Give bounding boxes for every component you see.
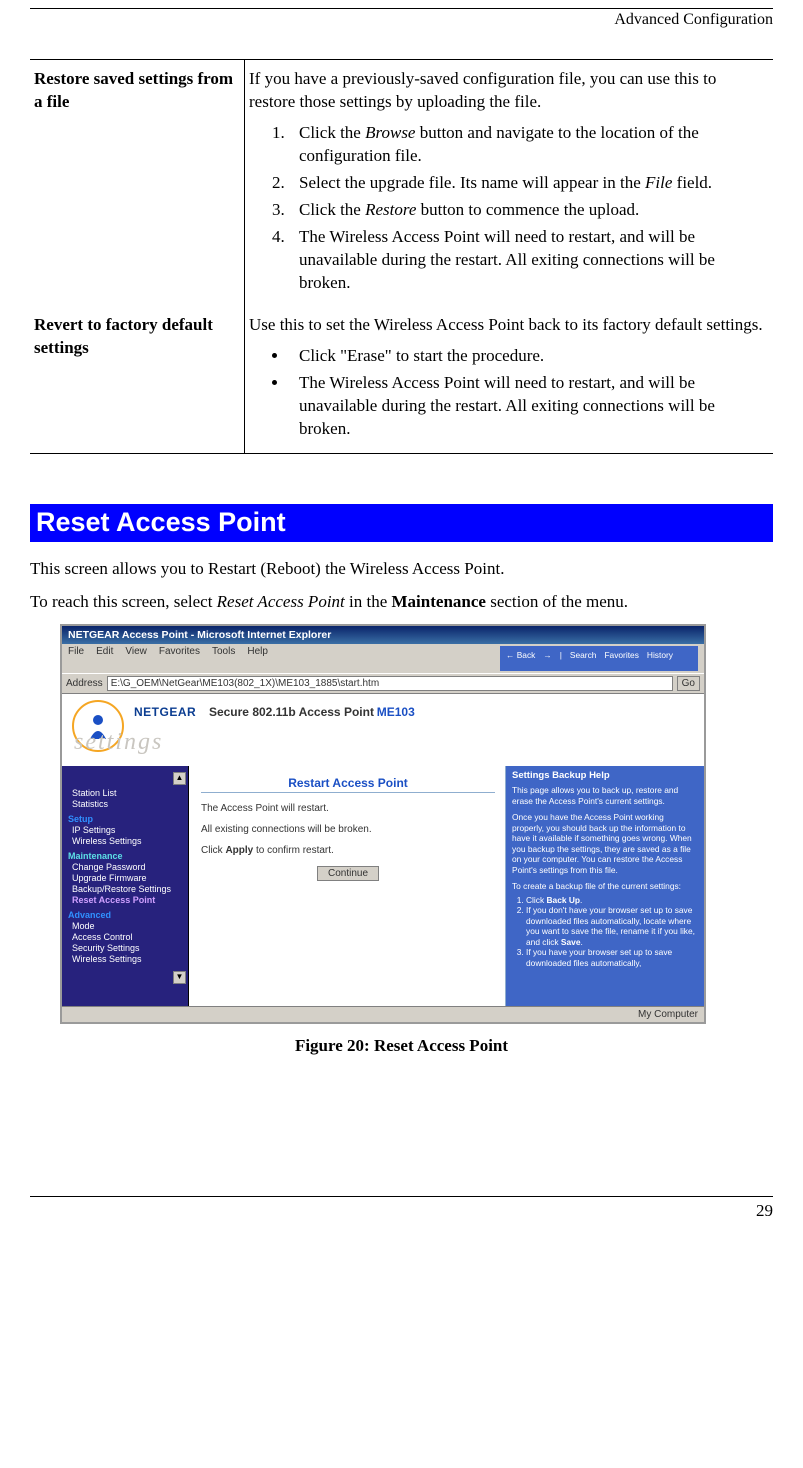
window-titlebar: NETGEAR Access Point - Microsoft Interne… (62, 626, 704, 644)
row-restore-intro: If you have a previously-saved configura… (249, 68, 765, 114)
step-4: The Wireless Access Point will need to r… (289, 226, 765, 295)
page-header: Advanced Configuration (30, 11, 773, 29)
sidebar-item-ip-settings[interactable]: IP Settings (68, 825, 184, 835)
sidebar: ▲ Station List Statistics Setup IP Setti… (62, 766, 189, 1006)
scroll-up-icon[interactable]: ▲ (173, 772, 186, 785)
sidebar-item-mode[interactable]: Mode (68, 921, 184, 931)
menu-view[interactable]: View (125, 646, 147, 671)
sidebar-item-access-control[interactable]: Access Control (68, 932, 184, 942)
panel-line-3: Click Apply to confirm restart. (201, 845, 495, 856)
toolbar-history[interactable]: History (647, 650, 673, 661)
screenshot-figure: NETGEAR Access Point - Microsoft Interne… (60, 624, 773, 1024)
toolbar-back[interactable]: ← Back (506, 650, 535, 661)
app-content: ▲ Station List Statistics Setup IP Setti… (62, 766, 704, 1006)
address-field[interactable]: E:\G_OEM\NetGear\ME103(802_1X)\ME103_188… (107, 676, 673, 691)
brand-header: NETGEAR Secure 802.11b Access Point ME10… (62, 694, 704, 766)
footer-rule (30, 1196, 773, 1197)
sidebar-item-wireless-settings-adv[interactable]: Wireless Settings (68, 954, 184, 964)
scroll-down-icon[interactable]: ▼ (173, 971, 186, 984)
page-number: 29 (30, 1201, 773, 1221)
brand-settings-word: settings (74, 729, 411, 756)
menu-favorites[interactable]: Favorites (159, 646, 200, 671)
brand-product: Secure 802.11b Access Point (209, 705, 374, 719)
panel-heading: Restart Access Point (201, 776, 495, 790)
menu-edit[interactable]: Edit (96, 646, 113, 671)
sidebar-cat-advanced: Advanced (68, 910, 184, 920)
figure-caption: Figure 20: Reset Access Point (30, 1036, 773, 1056)
sidebar-cat-setup: Setup (68, 814, 184, 824)
help-p3: To create a backup file of the current s… (512, 881, 698, 892)
step-1: Click the Browse button and navigate to … (289, 122, 765, 168)
section-title: Reset Access Point (30, 504, 773, 542)
sidebar-item-statistics[interactable]: Statistics (68, 799, 184, 809)
menu-file[interactable]: File (68, 646, 84, 671)
menu-tools[interactable]: Tools (212, 646, 235, 671)
panel-divider (201, 792, 495, 793)
help-panel: Settings Backup Help This page allows yo… (506, 766, 704, 1006)
settings-table: Restore saved settings from a file If yo… (30, 59, 773, 454)
step-2: Select the upgrade file. Its name will a… (289, 172, 765, 195)
toolbar-search[interactable]: Search (570, 650, 597, 661)
row-revert-content: Use this to set the Wireless Access Poin… (245, 306, 774, 453)
help-p1: This page allows you to back up, restore… (512, 785, 698, 806)
continue-button[interactable]: Continue (317, 866, 379, 881)
help-step-3: If you have your browser set up to save … (526, 947, 698, 968)
status-zone: My Computer (638, 1009, 698, 1020)
step-3: Click the Restore button to commence the… (289, 199, 765, 222)
page-footer: 29 (30, 1196, 773, 1221)
browser-menubar: File Edit View Favorites Tools Help ← Ba… (62, 644, 704, 673)
paragraph-2: To reach this screen, select Reset Acces… (30, 591, 773, 614)
sidebar-item-security-settings[interactable]: Security Settings (68, 943, 184, 953)
sidebar-cat-maintenance: Maintenance (68, 851, 184, 861)
row-restore-content: If you have a previously-saved configura… (245, 60, 774, 307)
revert-bullets: Click "Erase" to start the procedure. Th… (249, 345, 765, 441)
status-bar: My Computer (62, 1006, 704, 1022)
row-revert-label: Revert to factory default settings (30, 306, 245, 453)
header-rule (30, 8, 773, 9)
sidebar-item-upgrade-firmware[interactable]: Upgrade Firmware (68, 873, 184, 883)
address-label: Address (66, 678, 103, 689)
address-bar: Address E:\G_OEM\NetGear\ME103(802_1X)\M… (62, 673, 704, 694)
menu-help[interactable]: Help (247, 646, 268, 671)
sidebar-item-backup-restore[interactable]: Backup/Restore Settings (68, 884, 184, 894)
bullet-restart: The Wireless Access Point will need to r… (289, 372, 765, 441)
restore-steps: Click the Browse button and navigate to … (249, 122, 765, 295)
sidebar-item-wireless-settings[interactable]: Wireless Settings (68, 836, 184, 846)
brand-model: ME103 (377, 705, 415, 719)
brand-name: NETGEAR (134, 705, 196, 719)
panel-line-2: All existing connections will be broken. (201, 824, 495, 835)
browser-window: NETGEAR Access Point - Microsoft Interne… (60, 624, 706, 1024)
bullet-erase: Click "Erase" to start the procedure. (289, 345, 765, 368)
sidebar-item-station-list[interactable]: Station List (68, 788, 184, 798)
row-revert-intro: Use this to set the Wireless Access Poin… (249, 314, 765, 337)
help-step-2: If you don't have your browser set up to… (526, 905, 698, 947)
sidebar-item-change-password[interactable]: Change Password (68, 862, 184, 872)
help-steps: Click Back Up. If you don't have your br… (526, 895, 698, 969)
row-restore-label: Restore saved settings from a file (30, 60, 245, 307)
toolbar-forward[interactable]: → (543, 650, 551, 661)
help-title: Settings Backup Help (512, 770, 698, 782)
go-button[interactable]: Go (677, 676, 700, 691)
sidebar-item-reset-ap[interactable]: Reset Access Point (68, 895, 184, 905)
help-p2: Once you have the Access Point working p… (512, 812, 698, 875)
help-step-1: Click Back Up. (526, 895, 698, 906)
toolbar-favorites[interactable]: Favorites (604, 650, 638, 661)
paragraph-1: This screen allows you to Restart (Reboo… (30, 558, 773, 581)
main-panel: Restart Access Point The Access Point wi… (189, 766, 506, 1006)
panel-line-1: The Access Point will restart. (201, 803, 495, 814)
